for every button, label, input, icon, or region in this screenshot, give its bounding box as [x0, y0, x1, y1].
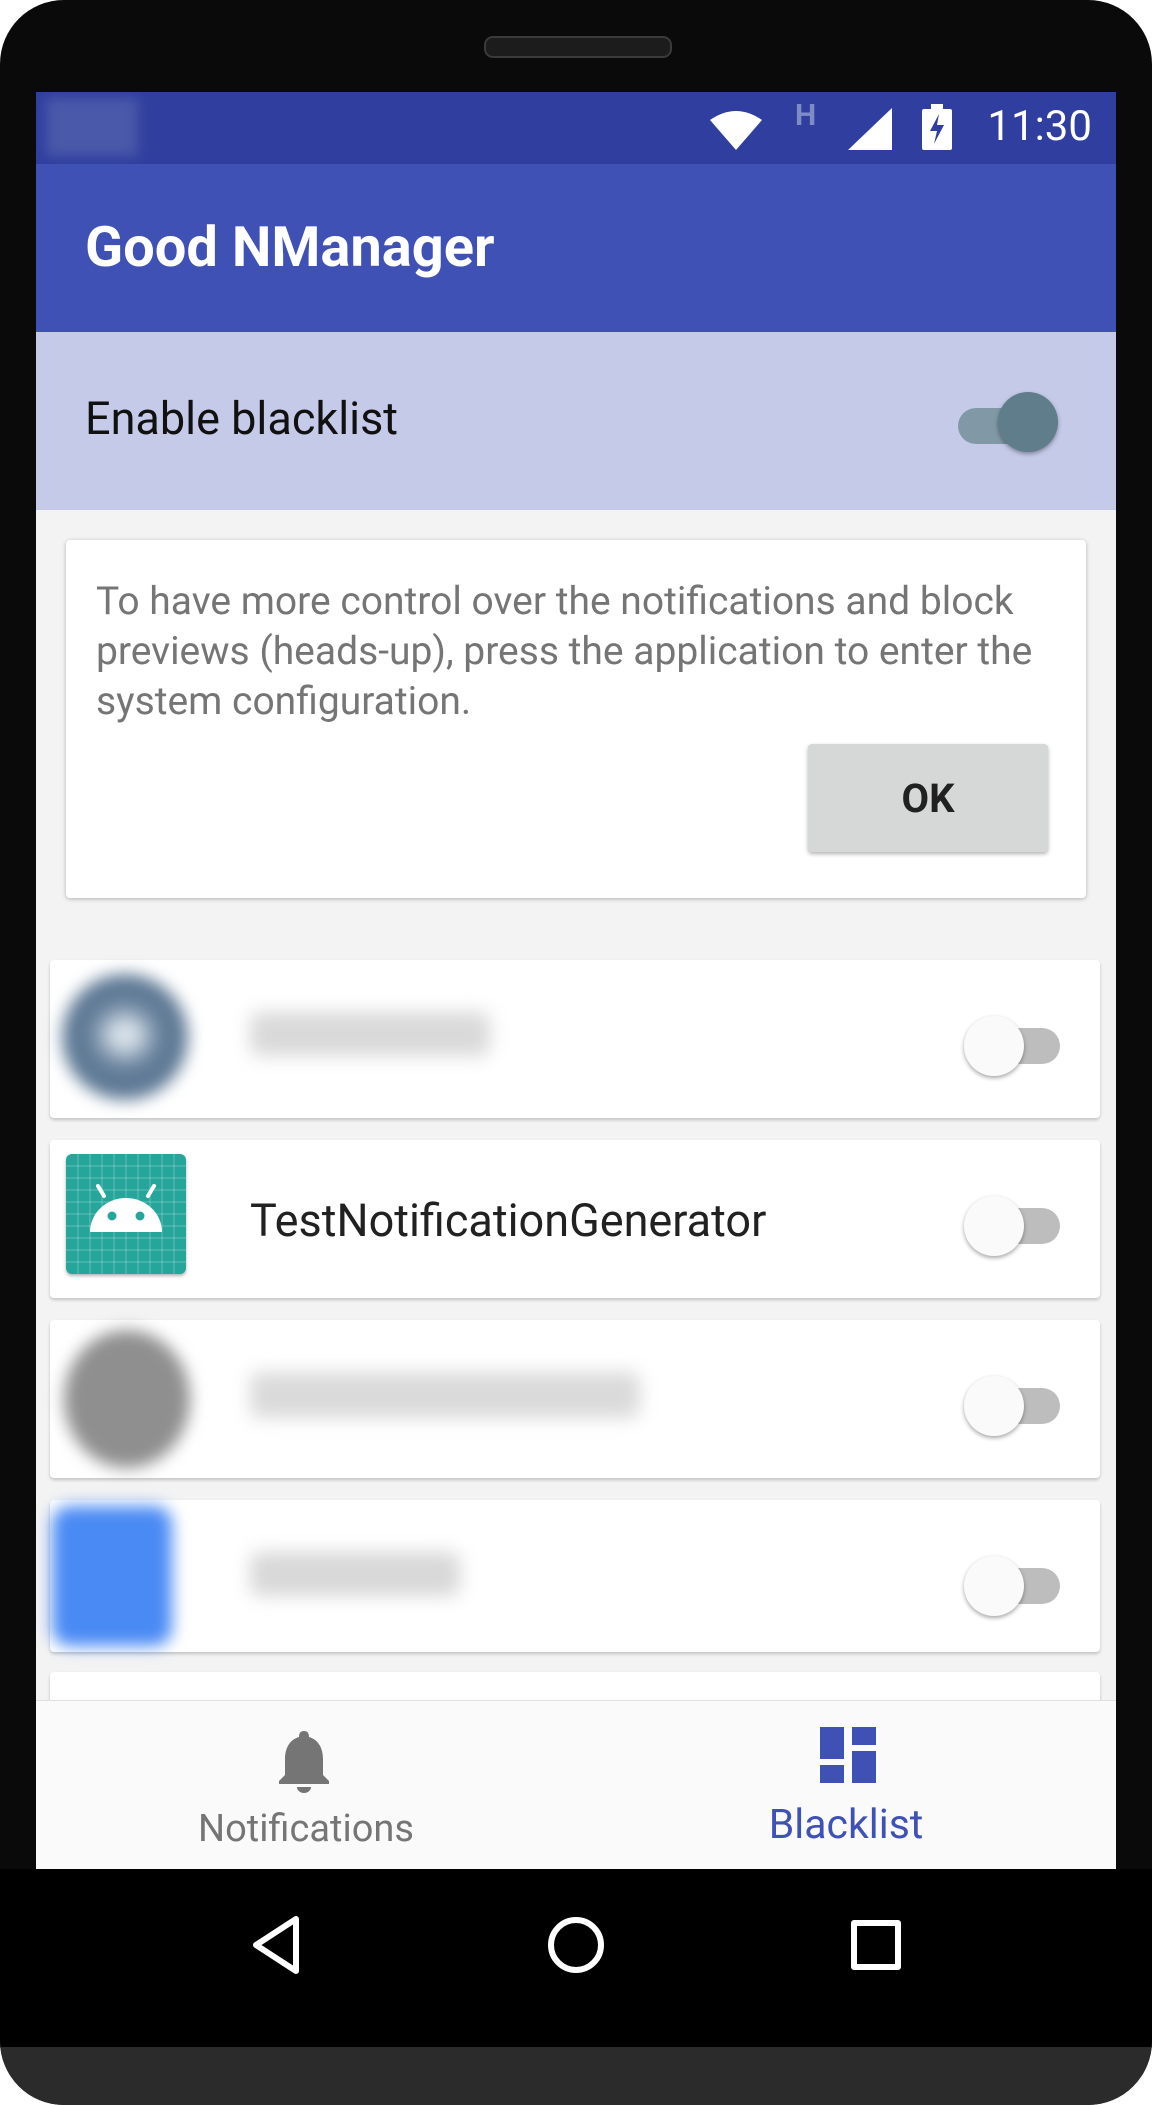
ok-button[interactable]: OK — [808, 744, 1048, 852]
nav-item-blacklist[interactable]: Blacklist — [576, 1701, 1116, 1869]
blurred-app-label — [250, 1012, 490, 1056]
app-blacklist-switch[interactable] — [964, 1192, 1064, 1256]
battery-charging-icon — [922, 104, 952, 150]
phone-frame: H 11:30 Good NManager Enable blacklist T… — [0, 0, 1152, 2105]
nav-label-notifications: Notifications — [197, 1807, 414, 1851]
app-blacklist-switch[interactable] — [964, 1012, 1064, 1076]
app-blacklist-switch[interactable] — [964, 1552, 1064, 1616]
recents-icon[interactable] — [850, 1919, 902, 1971]
enable-blacklist-label: Enable blacklist — [85, 392, 399, 445]
switch-thumb — [998, 392, 1058, 452]
blurred-app-icon — [64, 1330, 190, 1468]
blurred-app-icon-detail — [100, 1012, 150, 1058]
android-app-icon — [66, 1154, 186, 1274]
cell-signal-icon — [848, 108, 892, 150]
bell-icon — [279, 1731, 329, 1793]
home-icon[interactable] — [546, 1915, 606, 1975]
dashboard-icon — [820, 1727, 876, 1783]
app-blacklist-switch[interactable] — [964, 1372, 1064, 1436]
app-list-item[interactable]: TestNotificationGenerator — [50, 1140, 1100, 1298]
network-type-label: H — [795, 98, 817, 133]
enable-blacklist-row[interactable]: Enable blacklist — [36, 332, 1116, 510]
switch-thumb — [964, 1016, 1024, 1076]
app-label: TestNotificationGenerator — [250, 1194, 767, 1247]
back-icon[interactable] — [250, 1915, 302, 1975]
app-title: Good NManager — [85, 214, 495, 280]
phone-chin — [0, 2047, 1152, 2105]
switch-thumb — [964, 1376, 1024, 1436]
app-list-item[interactable] — [50, 1320, 1100, 1478]
app-list-item[interactable] — [50, 1500, 1100, 1652]
info-card: To have more control over the notificati… — [66, 540, 1086, 898]
status-clock: 11:30 — [987, 102, 1092, 151]
enable-blacklist-switch[interactable] — [958, 388, 1058, 454]
bottom-navigation: Notifications Blacklist — [36, 1700, 1116, 1869]
nav-item-notifications[interactable]: Notifications — [36, 1701, 576, 1869]
switch-thumb — [964, 1196, 1024, 1256]
info-message: To have more control over the notificati… — [96, 578, 1033, 724]
blurred-app-label — [250, 1372, 640, 1418]
wifi-icon — [710, 111, 762, 150]
android-robot-icon — [66, 1154, 186, 1274]
status-bar: H 11:30 — [36, 92, 1116, 164]
nav-label-blacklist: Blacklist — [768, 1801, 924, 1849]
app-list-item[interactable] — [50, 960, 1100, 1118]
blurred-app-label — [250, 1552, 460, 1596]
app-screen: H 11:30 Good NManager Enable blacklist T… — [36, 92, 1116, 1869]
switch-thumb — [964, 1556, 1024, 1616]
app-bar: Good NManager — [36, 164, 1116, 332]
earpiece-speaker — [484, 36, 672, 58]
system-navigation-bar — [0, 1869, 1152, 2049]
blurred-app-icon — [52, 1506, 172, 1646]
blurred-notification-icon — [46, 98, 138, 156]
